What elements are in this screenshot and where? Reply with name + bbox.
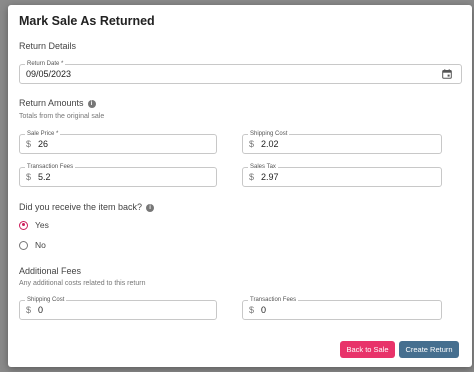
additional-fees-heading: Additional Fees [19, 266, 82, 276]
shipping-cost-field[interactable]: Shipping Cost $ 2.02 [242, 130, 442, 154]
transaction-fees-label: Transaction Fees [25, 163, 76, 171]
transaction-fees-field[interactable]: Transaction Fees $ 5.2 [19, 163, 217, 187]
additional-transaction-fees-label: Transaction Fees [248, 296, 299, 304]
radio-yes-label: Yes [35, 220, 49, 230]
calendar-icon[interactable] [442, 69, 452, 79]
return-date-label: Return Date * [25, 60, 66, 68]
currency-prefix: $ [249, 139, 255, 149]
radio-no[interactable]: No [19, 239, 46, 251]
sales-tax-field[interactable]: Sales Tax $ 2.97 [242, 163, 442, 187]
currency-prefix: $ [26, 305, 32, 315]
additional-shipping-cost-field[interactable]: Shipping Cost $ 0 [19, 296, 217, 320]
sale-price-value: 26 [38, 139, 49, 149]
radio-yes[interactable]: Yes [19, 219, 49, 231]
info-icon[interactable]: i [87, 100, 96, 108]
currency-prefix: $ [26, 172, 32, 182]
sales-tax-label: Sales Tax [248, 163, 278, 171]
return-amounts-heading: Return Amounts i [19, 98, 96, 108]
return-details-heading: Return Details [19, 41, 77, 51]
back-to-sale-button[interactable]: Back to Sale [340, 341, 395, 358]
return-amounts-heading-text: Return Amounts [19, 98, 84, 108]
return-amounts-subtext: Totals from the original sale [19, 113, 105, 120]
sale-price-label: Sale Price * [25, 130, 61, 138]
create-return-button[interactable]: Create Return [399, 341, 459, 358]
additional-shipping-cost-label: Shipping Cost [25, 296, 67, 304]
sales-tax-value: 2.97 [261, 172, 279, 182]
radio-no-label: No [35, 240, 46, 250]
shipping-cost-value: 2.02 [261, 139, 279, 149]
sale-price-field[interactable]: Sale Price * $ 26 [19, 130, 217, 154]
shipping-cost-label: Shipping Cost [248, 130, 290, 138]
mark-sale-returned-dialog: Mark Sale As Returned Return Details Ret… [8, 5, 472, 367]
transaction-fees-value: 5.2 [38, 172, 51, 182]
return-date-field[interactable]: Return Date * 09/05/2023 [19, 60, 462, 84]
return-date-value: 09/05/2023 [26, 69, 72, 79]
additional-transaction-fees-value: 0 [261, 305, 267, 315]
info-icon[interactable]: i [146, 204, 155, 212]
dialog-title: Mark Sale As Returned [19, 14, 155, 28]
currency-prefix: $ [249, 172, 255, 182]
radio-yes-circle[interactable] [19, 220, 28, 230]
currency-prefix: $ [249, 305, 255, 315]
item-back-question-text: Did you receive the item back? [19, 202, 143, 212]
additional-shipping-cost-value: 0 [38, 305, 44, 315]
radio-no-circle[interactable] [19, 240, 28, 250]
currency-prefix: $ [26, 139, 32, 149]
additional-fees-subtext: Any additional costs related to this ret… [19, 280, 146, 287]
additional-transaction-fees-field[interactable]: Transaction Fees $ 0 [242, 296, 442, 320]
item-back-question: Did you receive the item back? i [19, 202, 155, 212]
